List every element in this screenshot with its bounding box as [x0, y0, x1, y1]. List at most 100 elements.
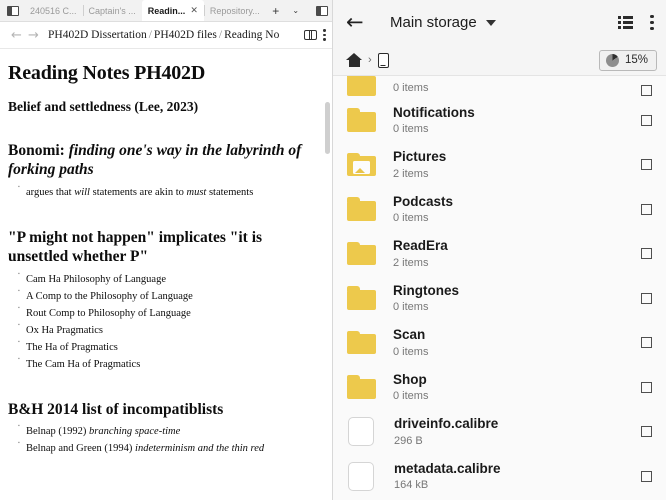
app-bar-actions — [618, 15, 654, 30]
back-arrow-icon[interactable]: ← — [346, 12, 372, 33]
file-icon — [348, 417, 374, 447]
page-title: Reading Notes PH402D — [8, 62, 206, 84]
row-checkbox[interactable] — [641, 381, 652, 393]
list-item[interactable]: Pictures 2 items — [333, 143, 666, 188]
file-meta: driveinfo.calibre 296 B — [394, 415, 641, 448]
list-item[interactable]: driveinfo.calibre 296 B — [333, 410, 666, 455]
home-icon[interactable] — [346, 53, 362, 67]
heading-plain: "P might not happen" implicates "it is u… — [8, 228, 263, 265]
file-list[interactable]: 0 items Notifications 0 items Pictures 2… — [333, 76, 666, 500]
row-checkbox[interactable] — [641, 470, 652, 482]
heading-plain: Bonomi: — [8, 141, 69, 159]
list-item[interactable]: Notifications 0 items — [333, 98, 666, 143]
file-meta: ReadEra 2 items — [393, 237, 641, 270]
file-name: Shop — [393, 371, 427, 387]
breadcrumb-part-3[interactable]: Reading No — [224, 29, 279, 41]
document-scrollbar-track[interactable] — [325, 50, 331, 500]
sidebar-toggle-button[interactable] — [2, 0, 24, 21]
chevron-down-icon[interactable]: ⌄ — [286, 0, 306, 21]
file-subtitle: 0 items — [393, 82, 429, 95]
row-checkbox[interactable] — [641, 292, 652, 304]
list-item: A Comp to the Philosophy of Language — [18, 287, 318, 305]
file-name: Scan — [393, 327, 426, 343]
list-item[interactable]: ReadEra 2 items — [333, 232, 666, 277]
file-manager-app-bar: ← Main storage — [333, 0, 666, 45]
overflow-menu-icon[interactable] — [650, 15, 654, 30]
item-text: Belnap (1992) — [26, 426, 89, 438]
list-item[interactable]: Podcasts 0 items — [333, 187, 666, 232]
item-text: The Ha of Pragmatics — [26, 341, 118, 353]
forward-arrow-icon[interactable]: → — [25, 28, 42, 43]
folder-icon — [347, 197, 376, 221]
panel-toggle-icon — [7, 5, 19, 16]
file-meta: Notifications 0 items — [393, 104, 641, 137]
tab-240516c[interactable]: 240516 C... — [24, 0, 83, 21]
row-checkbox[interactable] — [641, 203, 652, 215]
item-em: indeterminism and the thin red — [135, 443, 265, 455]
list-item: Belnap (1992) branching space-time — [18, 422, 318, 440]
item-em: must — [186, 186, 207, 198]
list-item[interactable]: 0 items — [333, 76, 666, 98]
list-item[interactable]: Shop 0 items — [333, 365, 666, 410]
file-icon — [348, 461, 374, 491]
new-tab-button[interactable]: + — [266, 0, 286, 21]
tab-captains[interactable]: Captain's ... — [82, 0, 142, 21]
breadcrumb-part-2[interactable]: PH402D files — [154, 29, 217, 41]
row-checkbox[interactable] — [641, 248, 652, 260]
overflow-menu-icon[interactable] — [323, 29, 326, 41]
file-subtitle: 0 items — [393, 301, 429, 314]
row-checkbox[interactable] — [641, 114, 652, 126]
item-text: Rout Comp to Philosophy of Language — [26, 307, 191, 319]
row-checkbox[interactable] — [641, 159, 652, 171]
storage-percent-label: 15% — [624, 54, 648, 66]
file-subtitle: 164 kB — [394, 479, 429, 492]
item-text: Ox Ha Pragmatics — [26, 324, 103, 336]
tab-repository[interactable]: Repository... — [203, 0, 266, 21]
breadcrumb-part-1[interactable]: PH402D Dissertation — [48, 29, 147, 41]
tab-label: Captain's ... — [88, 5, 136, 16]
screen-root: 240516 C... Captain's ... Readin... ✕ Re… — [0, 0, 666, 500]
item-text: Belnap and Green (1994) — [26, 443, 136, 455]
item-em: branching space-time — [89, 426, 181, 438]
back-arrow-icon[interactable]: ← — [8, 28, 25, 43]
folder-icon — [347, 330, 376, 355]
file-manager-panel: ← Main storage › 15% 0 items Notificatio… — [333, 0, 666, 500]
row-checkbox[interactable] — [641, 85, 652, 96]
storage-usage-chip[interactable]: 15% — [598, 49, 657, 71]
chevron-down-icon[interactable] — [485, 19, 496, 26]
file-meta: Pictures 2 items — [393, 148, 641, 181]
folder-icon — [347, 286, 376, 310]
breadcrumb: PH402D Dissertation / PH402D files / Reading… — [48, 29, 302, 41]
file-subtitle: 2 items — [393, 167, 429, 180]
list-item: argues that will statements are akin to … — [18, 183, 318, 201]
list-item[interactable]: metadata.calibre 164 kB — [333, 454, 666, 499]
file-subtitle: 0 items — [393, 345, 429, 358]
tab-close-icon[interactable]: ✕ — [190, 5, 198, 16]
device-icon[interactable] — [377, 52, 389, 68]
breadcrumb-separator: / — [218, 29, 223, 41]
section-list-bonomi: argues that will statements are akin to … — [8, 183, 318, 201]
file-meta: Shop 0 items — [393, 371, 641, 404]
file-subtitle: 296 B — [394, 434, 423, 447]
list-item: Belnap and Green (1994) indeterminism an… — [18, 439, 318, 457]
app-title: Main storage — [390, 14, 477, 31]
tab-label: Repository... — [209, 5, 260, 16]
folder-icon — [347, 241, 376, 266]
section-list-implicature: Cam Ha Philosophy of Language A Comp to … — [8, 270, 318, 373]
item-text: A Comp to the Philosophy of Language — [26, 290, 193, 302]
tab-reading-notes[interactable]: Readin... ✕ — [141, 0, 204, 21]
panel-right-icon[interactable] — [316, 5, 328, 16]
list-item[interactable]: Scan 0 items — [333, 321, 666, 366]
file-name: Pictures — [393, 149, 447, 165]
list-view-icon[interactable] — [618, 16, 633, 29]
book-view-icon[interactable] — [304, 29, 317, 40]
list-item[interactable]: Ringtones 0 items — [333, 276, 666, 321]
row-checkbox[interactable] — [641, 426, 652, 438]
file-meta: metadata.calibre 164 kB — [394, 460, 641, 493]
list-item: Ox Ha Pragmatics — [18, 321, 318, 339]
item-text: statements are akin to — [89, 186, 187, 198]
row-checkbox[interactable] — [641, 337, 652, 349]
document-scrollbar-thumb[interactable] — [325, 102, 330, 154]
path-breadcrumb-bar: › 15% — [333, 45, 666, 76]
file-name: Podcasts — [393, 193, 454, 209]
